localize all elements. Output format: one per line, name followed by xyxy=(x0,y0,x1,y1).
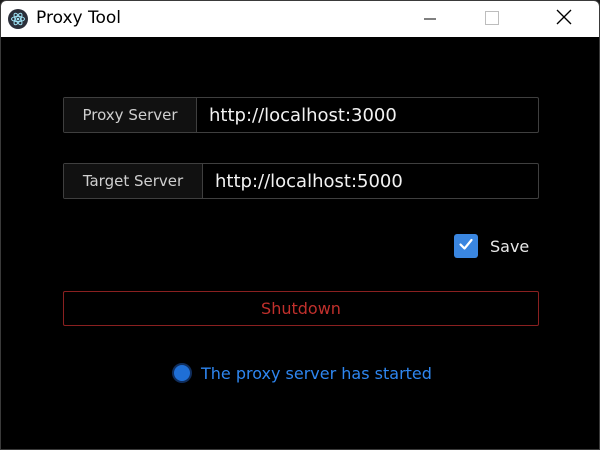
status-indicator: The proxy server has started xyxy=(172,363,432,383)
check-icon xyxy=(458,236,474,256)
maximize-icon xyxy=(485,10,499,29)
proxy-server-input[interactable] xyxy=(197,98,538,132)
proxy-server-label: Proxy Server xyxy=(64,98,197,132)
status-dot-icon xyxy=(172,363,192,383)
save-checkbox[interactable] xyxy=(454,234,478,258)
title-bar[interactable]: Proxy Tool xyxy=(1,1,599,37)
window-title: Proxy Tool xyxy=(36,8,121,28)
app-window: Proxy Tool Proxy Server Target Server xyxy=(0,0,600,450)
maximize-button[interactable] xyxy=(468,1,516,37)
electron-icon xyxy=(8,9,28,29)
minimize-icon xyxy=(424,10,436,29)
status-text: The proxy server has started xyxy=(201,363,432,383)
save-label: Save xyxy=(490,236,530,256)
target-server-input[interactable] xyxy=(203,164,538,198)
proxy-server-field: Proxy Server xyxy=(63,97,539,133)
minimize-button[interactable] xyxy=(406,1,454,37)
target-server-label: Target Server xyxy=(64,164,203,198)
target-server-field: Target Server xyxy=(63,163,539,199)
close-button[interactable] xyxy=(540,1,588,37)
shutdown-button[interactable]: Shutdown xyxy=(63,291,539,326)
close-icon xyxy=(556,9,572,29)
save-toggle[interactable]: Save xyxy=(454,234,529,258)
